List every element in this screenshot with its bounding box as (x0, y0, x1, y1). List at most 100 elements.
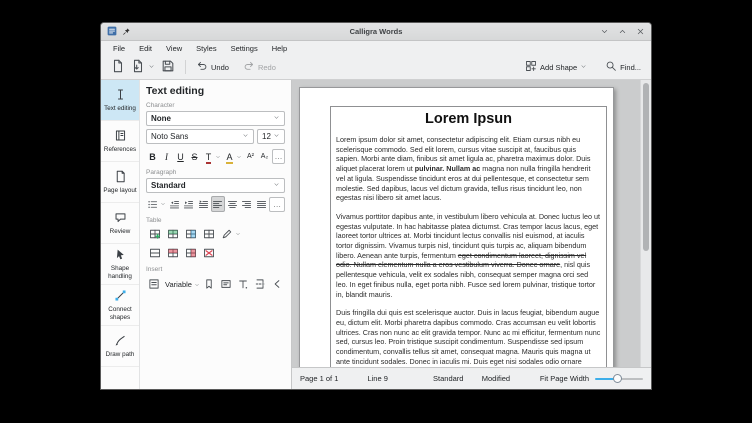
document-page[interactable]: Lorem Ipsun Lorem ipsum dolor sit amet, … (299, 87, 614, 367)
menu-settings[interactable]: Settings (224, 42, 265, 55)
bookmark-button[interactable] (201, 276, 217, 292)
superscript-button[interactable]: A² (244, 150, 257, 163)
chevron-down-icon (242, 132, 249, 141)
document-paragraph: Vivamus porttitor dapibus ante, in vesti… (336, 211, 600, 299)
document-paragraph: Duis fringilla dui quis est scelerisque … (336, 308, 601, 367)
add-shape-button[interactable]: Add Shape (522, 58, 590, 76)
insert-row-button[interactable] (164, 226, 181, 242)
scrollbar-thumb[interactable] (643, 83, 649, 251)
undo-button[interactable]: Undo (193, 58, 232, 76)
vertical-scrollbar[interactable] (640, 80, 651, 367)
split-cells-button[interactable] (200, 226, 217, 242)
indent-increase-button[interactable] (182, 196, 196, 212)
new-document-icon (111, 59, 125, 75)
highlight-color-button[interactable]: A (223, 150, 236, 164)
insert-text-button[interactable] (235, 276, 251, 292)
insert-column-button[interactable] (182, 226, 199, 242)
pin-icon[interactable] (122, 23, 131, 41)
tool-tab-review[interactable]: Review (101, 203, 139, 244)
insert-section-label: Insert (146, 266, 163, 273)
menu-view[interactable]: View (159, 42, 189, 55)
bold-button[interactable]: B (146, 150, 159, 163)
special-character-button[interactable] (269, 276, 285, 292)
italic-button[interactable]: I (160, 150, 173, 163)
open-document-button[interactable] (128, 57, 158, 77)
delete-row-button[interactable] (164, 245, 181, 261)
document-canvas[interactable]: Lorem Ipsun Lorem ipsum dolor sit amet, … (292, 80, 651, 367)
font-family-dropdown[interactable]: Noto Sans (146, 129, 254, 144)
subscript-button[interactable]: A₂ (258, 150, 271, 163)
strikethrough-button[interactable]: S (188, 150, 201, 163)
insert-table-button[interactable] (146, 226, 163, 242)
insert-frame-button[interactable] (146, 276, 162, 292)
menu-styles[interactable]: Styles (189, 42, 223, 55)
font-size-dropdown[interactable]: 12 (257, 129, 285, 144)
tool-tab-references[interactable]: References (101, 121, 139, 162)
delete-column-button[interactable] (182, 245, 199, 261)
underline-button[interactable]: U (174, 150, 187, 163)
connect-shapes-icon (114, 289, 127, 304)
draw-path-icon (114, 334, 127, 349)
indent-decrease-button[interactable] (168, 196, 182, 212)
menu-help[interactable]: Help (265, 42, 294, 55)
insert-note-button[interactable] (218, 276, 234, 292)
chevron-down-icon[interactable] (160, 201, 166, 207)
chevron-down-icon[interactable] (215, 154, 221, 160)
border-pen-button[interactable] (218, 226, 235, 242)
list-bullets-button[interactable] (146, 196, 160, 212)
tool-tab-label: Shape handling (108, 265, 132, 280)
tool-tab-page-layout[interactable]: Page layout (101, 162, 139, 203)
tool-tab-text-editing[interactable]: Text editing (101, 80, 139, 121)
text-cursor-icon (114, 88, 127, 103)
redo-label: Redo (257, 62, 276, 72)
panel-title: Text editing (146, 85, 205, 97)
find-button[interactable]: Find... (602, 58, 644, 76)
indent-first-line-button[interactable] (197, 196, 211, 212)
tool-tab-label: Connect shapes (108, 306, 132, 321)
chevron-down-icon (273, 181, 280, 190)
zoom-slider[interactable] (595, 373, 644, 385)
tool-tab-connect-shapes[interactable]: Connect shapes (101, 285, 139, 326)
variable-dropdown[interactable]: Variable (163, 275, 200, 293)
close-button[interactable] (636, 27, 645, 36)
find-label: Find... (620, 62, 641, 72)
zoom-mode-button[interactable]: Fit Page Width (540, 374, 589, 383)
menu-edit[interactable]: Edit (132, 42, 159, 55)
menu-file[interactable]: File (106, 42, 132, 55)
zoom-slider-handle[interactable] (613, 373, 623, 383)
calligra-words-app-icon[interactable] (107, 23, 117, 41)
redo-icon (243, 60, 255, 74)
modified-status: Modified (481, 374, 511, 383)
chevron-down-icon[interactable] (235, 231, 241, 237)
merge-cells-button[interactable] (146, 245, 163, 261)
document-paragraph: Lorem ipsum dolor sit amet, consectetur … (336, 135, 591, 203)
tool-tab-shape-handling[interactable]: Shape handling (101, 244, 139, 285)
titlebar[interactable]: Calligra Words (101, 23, 651, 41)
calligra-words-window: Calligra Words File Edit View Styles Setting… (100, 22, 652, 390)
add-shape-icon (525, 60, 537, 74)
character-more-button[interactable]: … (272, 149, 285, 164)
tool-tab-draw-path[interactable]: Draw path (101, 326, 139, 367)
page-break-button[interactable] (252, 276, 268, 292)
maximize-button[interactable] (618, 27, 627, 36)
variable-label: Variable (165, 279, 192, 289)
chevron-down-icon[interactable] (236, 154, 242, 160)
font-color-button[interactable]: T (202, 150, 215, 164)
paragraph-more-button[interactable]: … (269, 196, 285, 212)
align-justify-button[interactable] (255, 196, 269, 212)
zoom-slider-track-filled (595, 377, 616, 380)
align-right-button[interactable] (240, 196, 254, 212)
text-frame[interactable]: Lorem Ipsun Lorem ipsum dolor sit amet, … (330, 106, 607, 367)
new-document-button[interactable] (108, 57, 128, 77)
redo-button[interactable]: Redo (240, 58, 279, 76)
add-shape-label: Add Shape (540, 62, 578, 72)
align-left-button[interactable] (211, 196, 225, 212)
window-title: Calligra Words (349, 27, 403, 36)
save-button[interactable] (158, 57, 178, 77)
minimize-button[interactable] (600, 27, 609, 36)
character-style-dropdown[interactable]: None (146, 111, 285, 126)
paragraph-style-dropdown[interactable]: Standard (146, 178, 285, 193)
character-section-label: Character (146, 102, 175, 109)
align-center-button[interactable] (226, 196, 240, 212)
delete-table-button[interactable] (200, 245, 217, 261)
